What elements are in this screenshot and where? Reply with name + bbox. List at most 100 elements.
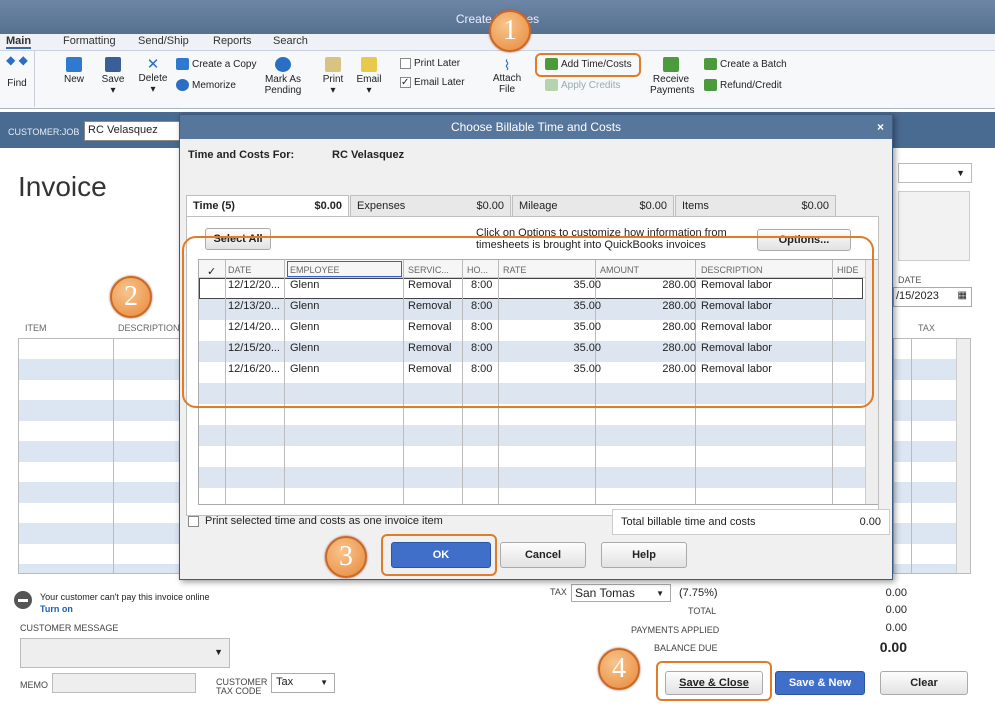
tab-time-label: Time (5) bbox=[193, 200, 235, 212]
invoice-lines-left[interactable] bbox=[18, 338, 180, 574]
customer-job-label: CUSTOMER:JOB bbox=[8, 127, 80, 137]
tab-search[interactable]: Search bbox=[273, 35, 308, 47]
print-label: Print bbox=[322, 74, 344, 85]
customer-tax-code-dropdown[interactable]: Tax ▼ bbox=[271, 673, 335, 693]
tab-items-label: Items bbox=[682, 200, 709, 212]
tab-mileage-label: Mileage bbox=[519, 200, 558, 212]
tab-send-ship[interactable]: Send/Ship bbox=[138, 35, 189, 47]
check-circle-icon bbox=[275, 57, 291, 72]
email-later-checkbox[interactable]: ✓ Email Later bbox=[400, 77, 465, 88]
refund-credit-button[interactable]: Refund/Credit bbox=[704, 79, 782, 91]
tax-item-dropdown[interactable]: San Tomas ▼ bbox=[571, 584, 671, 602]
new-button[interactable]: New bbox=[62, 57, 86, 85]
new-label: New bbox=[63, 74, 84, 85]
chevron-down-icon: ▼ bbox=[656, 589, 664, 598]
dialog-customer-name: RC Velasquez bbox=[332, 149, 405, 161]
tax-rate: (7.75%) bbox=[679, 587, 718, 599]
tab-reports[interactable]: Reports bbox=[213, 35, 252, 47]
file-label: File bbox=[498, 84, 516, 95]
tab-expenses-amount: $0.00 bbox=[476, 200, 504, 212]
total-billable-value: 0.00 bbox=[859, 516, 881, 528]
chevron-down-icon: ▼ bbox=[956, 168, 965, 178]
tab-time[interactable]: Time (5) $0.00 bbox=[186, 195, 349, 216]
apply-credits-button[interactable]: Apply Credits bbox=[545, 79, 620, 91]
customer-job-field[interactable]: RC Velasquez bbox=[84, 121, 182, 141]
dialog-title-bar: Choose Billable Time and Costs × bbox=[180, 115, 892, 139]
memorize-button[interactable]: Memorize bbox=[176, 79, 236, 91]
scrollbar[interactable] bbox=[956, 339, 970, 573]
tax-label: TAX bbox=[550, 587, 567, 597]
payments-label: Payments bbox=[650, 85, 695, 96]
print-selected-checkbox[interactable] bbox=[188, 516, 199, 527]
checkbox-checked-icon: ✓ bbox=[400, 77, 411, 88]
memo-field[interactable] bbox=[52, 673, 196, 693]
step-badge-1: 1 bbox=[489, 10, 531, 52]
copy-icon bbox=[176, 58, 189, 70]
checkbox-empty-icon bbox=[400, 58, 411, 69]
col-item: ITEM bbox=[25, 323, 47, 333]
ship-to-box[interactable] bbox=[898, 191, 970, 261]
batch-icon bbox=[704, 58, 717, 70]
invoice-lines-right[interactable] bbox=[893, 338, 971, 574]
memorize-label: Memorize bbox=[192, 79, 236, 91]
step-badge-2: 2 bbox=[110, 276, 152, 318]
balance-due-label: BALANCE DUE bbox=[654, 643, 718, 653]
find-label: Find bbox=[7, 78, 27, 89]
paperclip-icon: ⌇ bbox=[503, 57, 511, 73]
save-and-new-button[interactable]: Save & New bbox=[775, 671, 865, 695]
receive-payments-button[interactable]: Receive Payments bbox=[650, 57, 695, 96]
total-billable-box: Total billable time and costs 0.00 bbox=[612, 509, 890, 535]
create-batch-button[interactable]: Create a Batch bbox=[704, 58, 787, 70]
create-batch-label: Create a Batch bbox=[720, 58, 787, 70]
step-badge-3: 3 bbox=[325, 536, 367, 578]
delete-x-icon: ✕ bbox=[146, 56, 160, 73]
save-button[interactable]: Save ▾ bbox=[100, 57, 126, 96]
date-field[interactable]: /15/2023 ▦ bbox=[893, 287, 972, 307]
payments-applied-label: PAYMENTS APPLIED bbox=[631, 625, 720, 635]
create-copy-label: Create a Copy bbox=[192, 58, 257, 70]
template-dropdown[interactable]: ▼ bbox=[898, 163, 972, 183]
print-selected-label: Print selected time and costs as one inv… bbox=[205, 515, 443, 527]
close-icon[interactable]: × bbox=[877, 115, 884, 139]
tab-mileage[interactable]: Mileage $0.00 bbox=[512, 195, 674, 216]
tax-code-value: Tax bbox=[276, 676, 294, 688]
payments-applied-value: 0.00 bbox=[885, 622, 907, 634]
online-payment-message: Your customer can't pay this invoice onl… bbox=[40, 592, 210, 602]
clear-button[interactable]: Clear bbox=[880, 671, 968, 695]
pending-label: Pending bbox=[264, 85, 302, 96]
calendar-icon: ▦ bbox=[957, 290, 967, 301]
highlight-add-time-costs bbox=[535, 53, 641, 77]
save-label: Save bbox=[101, 74, 125, 85]
column-divider bbox=[113, 339, 114, 573]
delete-button[interactable]: ✕ Delete ▾ bbox=[136, 56, 170, 96]
total-value: 0.00 bbox=[885, 604, 907, 616]
print-button[interactable]: Print ▾ bbox=[318, 57, 348, 96]
memo-label: MEMO bbox=[20, 680, 48, 690]
tab-formatting[interactable]: Formatting bbox=[63, 35, 116, 47]
col-description: DESCRIPTION bbox=[118, 323, 180, 333]
tab-items[interactable]: Items $0.00 bbox=[675, 195, 836, 216]
create-copy-button[interactable]: Create a Copy bbox=[176, 58, 256, 70]
cancel-button[interactable]: Cancel bbox=[500, 542, 586, 568]
print-later-label: Print Later bbox=[414, 58, 461, 69]
print-later-checkbox[interactable]: Print Later bbox=[400, 58, 460, 69]
tab-mileage-amount: $0.00 bbox=[639, 200, 667, 212]
divider bbox=[34, 51, 35, 107]
tax-amount: 0.00 bbox=[885, 587, 907, 599]
tax-code-label: TAX CODE bbox=[216, 686, 262, 696]
tab-main[interactable]: Main bbox=[6, 35, 32, 49]
highlight-ok bbox=[381, 534, 497, 576]
tab-expenses[interactable]: Expenses $0.00 bbox=[350, 195, 511, 216]
customer-message-dropdown[interactable]: ▼ bbox=[20, 638, 230, 668]
mark-as-pending-button[interactable]: Mark As Pending bbox=[260, 57, 306, 96]
chevron-down-icon: ▼ bbox=[214, 647, 223, 657]
find-button[interactable]: ◆ ◆ Find bbox=[4, 54, 30, 89]
attach-file-button[interactable]: ⌇ Attach File bbox=[492, 57, 522, 95]
turn-on-link[interactable]: Turn on bbox=[40, 604, 73, 614]
page-title: Invoice bbox=[18, 171, 107, 202]
customer-tax-code-label: CUSTOMER TAX CODE bbox=[216, 678, 267, 696]
help-button[interactable]: Help bbox=[601, 542, 687, 568]
refund-icon bbox=[704, 79, 717, 91]
date-value: /15/2023 bbox=[896, 290, 939, 302]
email-button[interactable]: Email ▾ bbox=[354, 57, 384, 96]
